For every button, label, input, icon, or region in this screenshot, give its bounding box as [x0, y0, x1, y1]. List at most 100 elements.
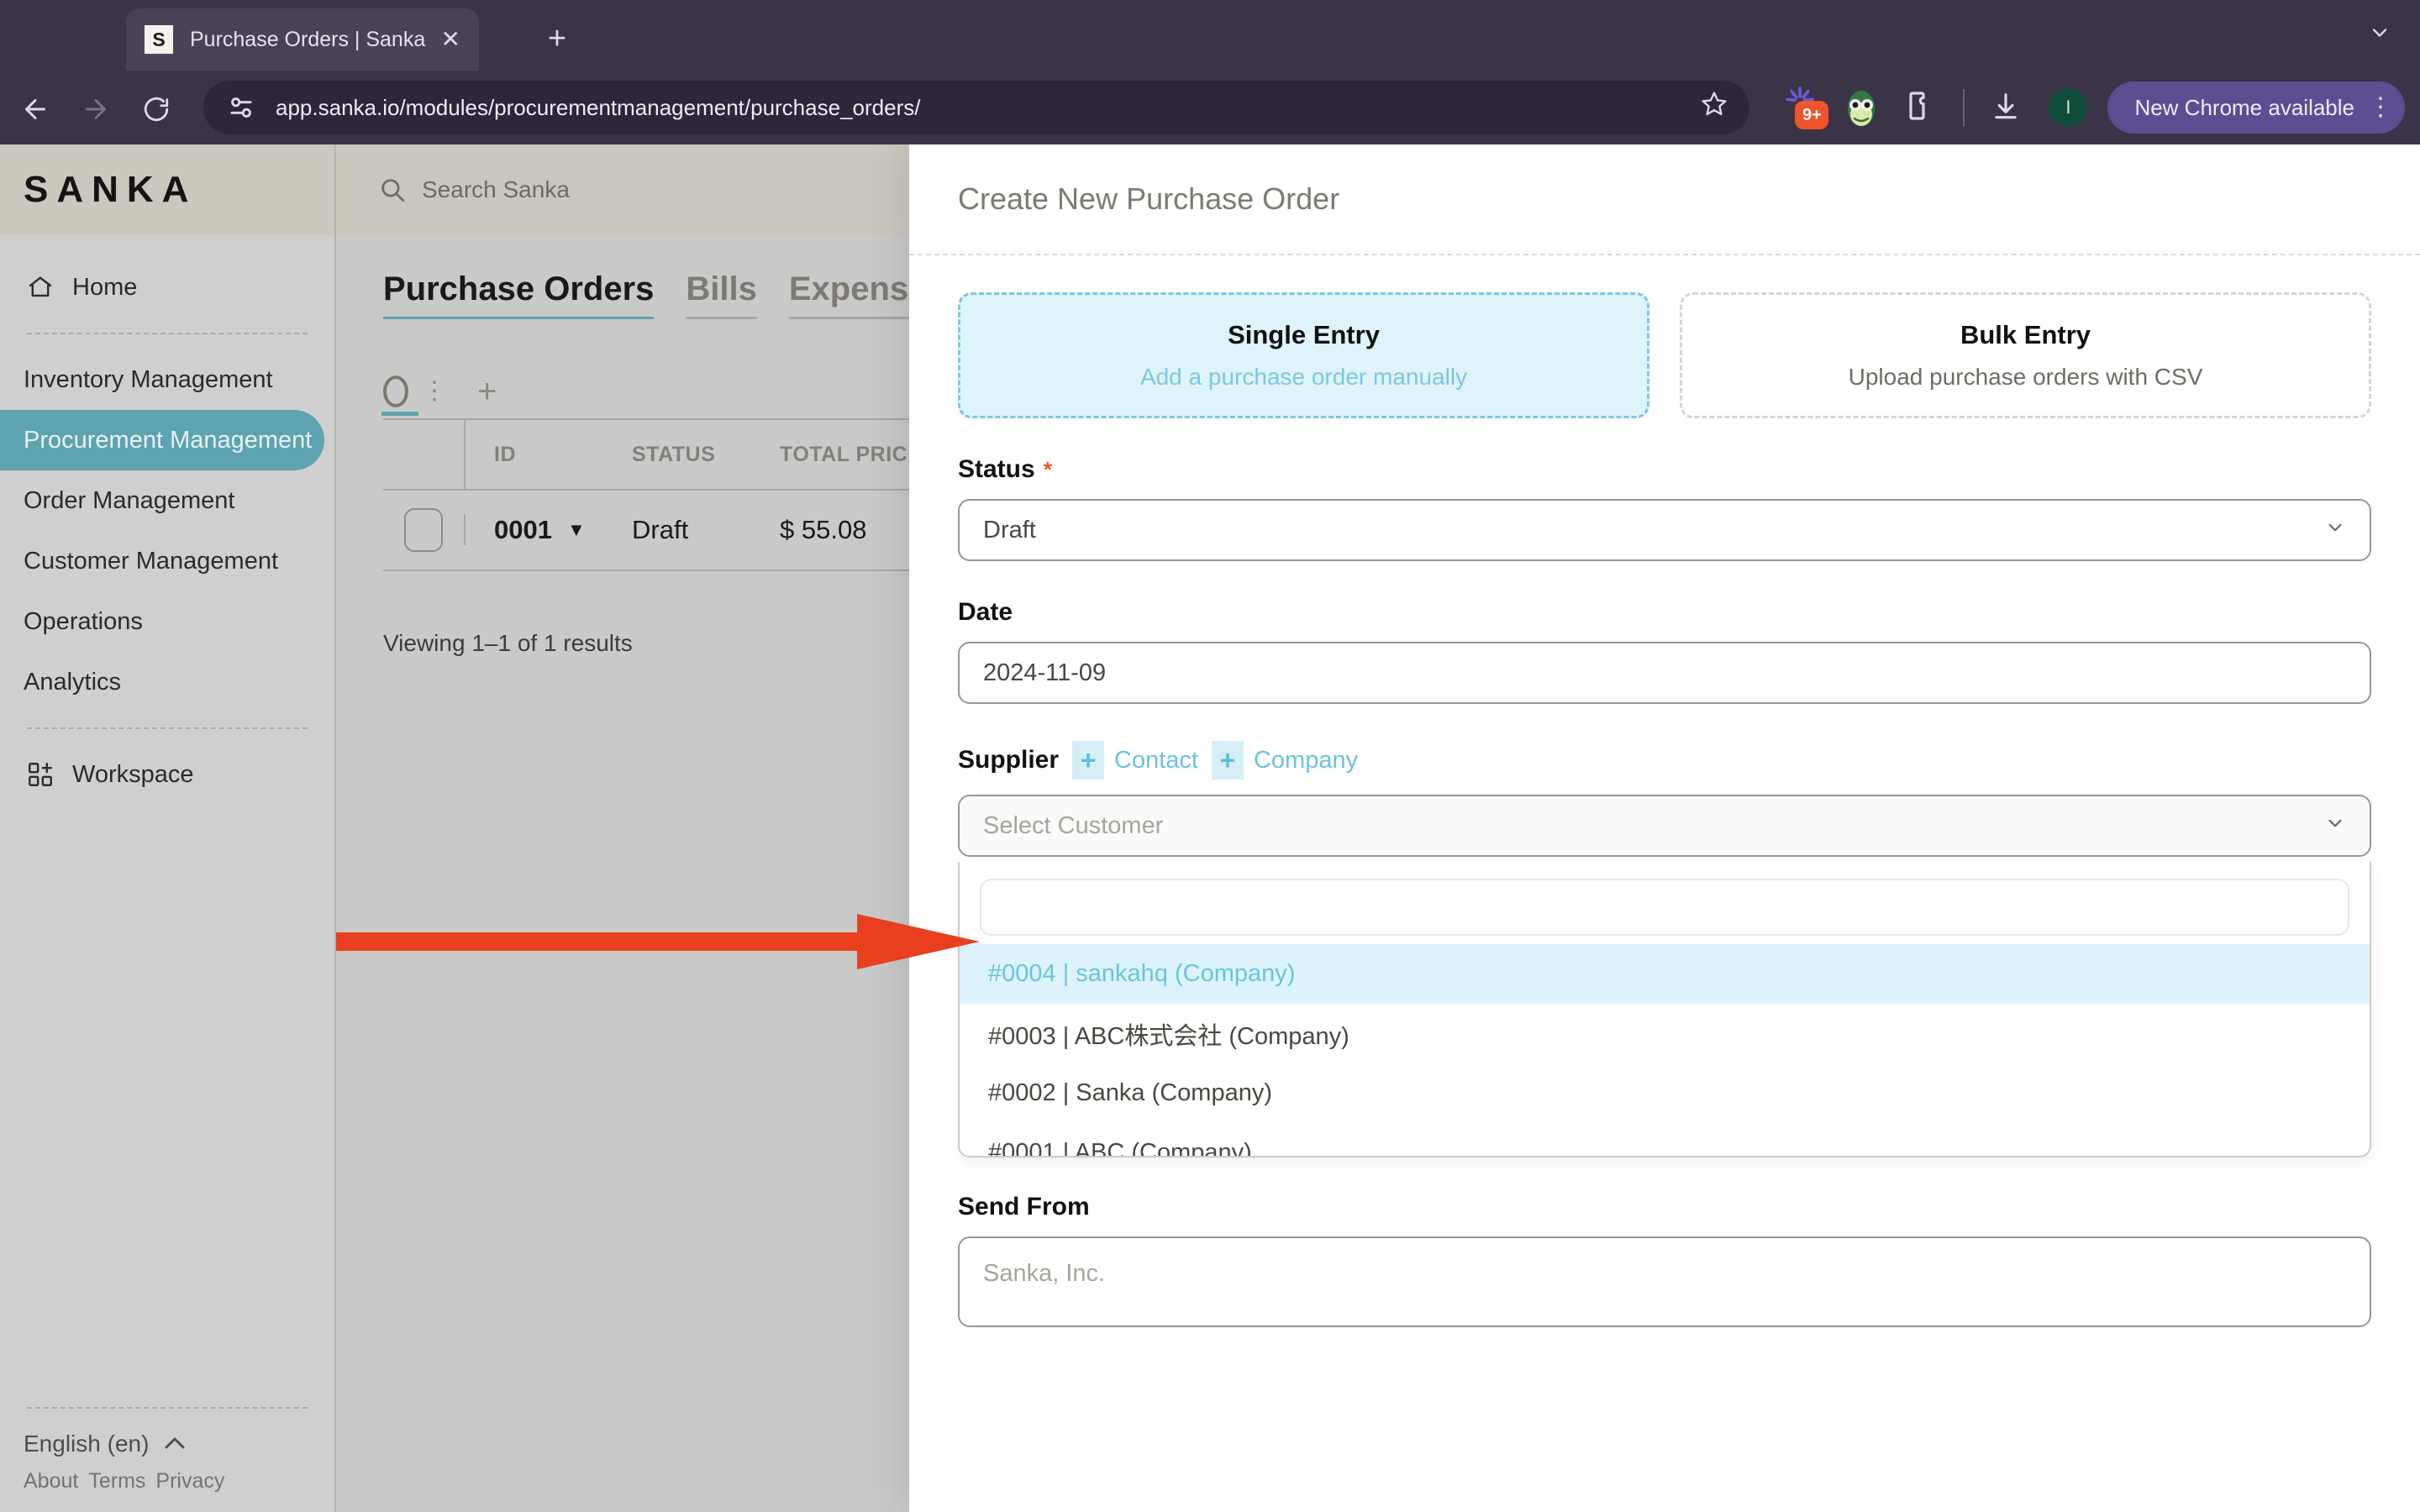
sidebar-item-label: Analytics	[24, 669, 121, 696]
tab-purchase-orders[interactable]: Purchase Orders	[383, 270, 654, 319]
address-bar[interactable]: app.sanka.io/modules/procurementmanageme…	[203, 81, 1749, 134]
single-entry-title: Single Entry	[1228, 320, 1380, 350]
sidebar-item-label: Workspace	[72, 761, 194, 789]
avatar[interactable]: I	[2049, 88, 2087, 127]
supplier-option-0004-sankahq[interactable]: #0004 | sankahq (Company)	[960, 944, 2370, 1004]
single-entry-subtitle: Add a purchase order manually	[1140, 364, 1467, 391]
select-all-header	[383, 420, 464, 489]
required-marker: *	[1044, 457, 1052, 483]
cell-id: 0001 ▼	[464, 515, 632, 545]
status-value: Draft	[983, 517, 2324, 544]
caret-down-icon[interactable]: ▼	[567, 519, 586, 541]
send-from-input[interactable]: Sanka, Inc.	[958, 1236, 2371, 1327]
sidebar-item-operations[interactable]: Operations	[0, 591, 334, 652]
chevron-up-icon	[162, 1431, 187, 1457]
add-contact-label: Contact	[1114, 747, 1198, 774]
modal-title: Create New Purchase Order	[958, 181, 1339, 217]
plus-icon[interactable]: +	[538, 20, 576, 59]
tab-favicon-icon: S	[145, 25, 173, 54]
sidebar-item-workspace[interactable]: Workspace	[0, 744, 334, 805]
sidebar-item-procurement-management[interactable]: Procurement Management	[0, 410, 324, 470]
add-company-button[interactable]: + Company	[1212, 741, 1358, 780]
back-arrow-icon[interactable]	[10, 82, 60, 133]
bulk-entry-option[interactable]: Bulk Entry Upload purchase orders with C…	[1680, 292, 2371, 418]
supplier-select[interactable]: Select Customer	[958, 795, 2371, 857]
sidebar-footer: English (en) About Terms Privacy	[0, 1407, 334, 1512]
sidebar-item-inventory-management[interactable]: Inventory Management	[0, 349, 334, 410]
supplier-option-0001-abc[interactable]: #0001 | ABC (Company)	[960, 1123, 2370, 1158]
extensions-puzzle-icon[interactable]	[1897, 84, 1944, 131]
date-label: Date	[958, 598, 2371, 627]
star-icon[interactable]	[1701, 91, 1728, 124]
sidebar-item-label: Customer Management	[24, 548, 278, 575]
modal-body: Single Entry Add a purchase order manual…	[909, 255, 2420, 1327]
supplier-dropdown: #0004 | sankahq (Company) #0003 | ABC株式会…	[958, 862, 2371, 1158]
sidebar-divider	[27, 727, 308, 729]
supplier-option-0003-abc-kk[interactable]: #0003 | ABC株式会社 (Company)	[960, 1004, 2370, 1063]
modal-header: Create New Purchase Order	[909, 144, 2420, 255]
privacy-link[interactable]: Privacy	[155, 1469, 224, 1494]
supplier-option-0002-sanka[interactable]: #0002 | Sanka (Company)	[960, 1063, 2370, 1123]
create-purchase-order-modal: Create New Purchase Order Single Entry A…	[909, 144, 2420, 1512]
chevron-down-icon[interactable]	[2358, 17, 2402, 60]
plus-icon[interactable]: +	[477, 375, 497, 408]
terms-link[interactable]: Terms	[88, 1469, 145, 1494]
home-icon	[24, 270, 57, 304]
single-entry-option[interactable]: Single Entry Add a purchase order manual…	[958, 292, 1649, 418]
language-selector[interactable]: English (en)	[0, 1431, 334, 1457]
date-field-block: Date 2024-11-09	[958, 598, 2371, 704]
forward-arrow-icon[interactable]	[71, 82, 121, 133]
status-label: Status *	[958, 455, 2371, 484]
sidebar-item-label: Home	[72, 274, 137, 302]
about-link[interactable]: About	[24, 1469, 78, 1494]
date-input[interactable]: 2024-11-09	[958, 642, 2371, 704]
search-placeholder: Search Sanka	[422, 176, 570, 203]
extension-badge-count: 9+	[1795, 101, 1828, 129]
add-contact-button[interactable]: + Contact	[1072, 741, 1198, 780]
download-icon[interactable]	[1983, 84, 2030, 131]
supplier-label: Supplier + Contact + Company	[958, 741, 2371, 780]
sidebar-item-home[interactable]: Home	[0, 257, 334, 318]
sidebar-item-order-management[interactable]: Order Management	[0, 470, 334, 531]
reload-icon[interactable]	[131, 82, 182, 133]
new-chrome-available-button[interactable]: New Chrome available ⋮	[2107, 81, 2405, 134]
sidebar-item-label: Order Management	[24, 487, 234, 515]
plus-icon: +	[1072, 741, 1104, 780]
extension-frog-icon[interactable]	[1839, 84, 1886, 131]
supplier-field-block: Supplier + Contact + Company Select Cust…	[958, 741, 2371, 1158]
send-from-label: Send From	[958, 1193, 2371, 1221]
add-company-label: Company	[1254, 747, 1358, 774]
sidebar-item-customer-management[interactable]: Customer Management	[0, 531, 334, 591]
kebab-menu-icon[interactable]: ⋮	[422, 379, 447, 404]
tab-bills[interactable]: Bills	[686, 270, 756, 319]
bulk-entry-title: Bulk Entry	[1960, 320, 2091, 350]
search-input[interactable]: Search Sanka	[355, 160, 943, 220]
browser-toolbar: app.sanka.io/modules/procurementmanageme…	[0, 71, 2420, 144]
send-from-field-block: Send From Sanka, Inc.	[958, 1193, 2371, 1327]
kebab-menu-icon[interactable]: ⋮	[2368, 95, 2393, 120]
extension-fireworks-icon[interactable]: 9+	[1780, 84, 1827, 131]
bulk-entry-subtitle: Upload purchase orders with CSV	[1849, 364, 2203, 391]
address-bar-url: app.sanka.io/modules/procurementmanageme…	[276, 95, 1689, 121]
sidebar-nav: Home Inventory Management Procurement Ma…	[0, 235, 334, 805]
language-label: English (en)	[24, 1431, 149, 1457]
brand-logo: SANKA	[24, 169, 197, 211]
column-header-id[interactable]: ID	[464, 420, 632, 489]
supplier-dropdown-search-input[interactable]	[980, 879, 2349, 936]
close-icon[interactable]: ✕	[441, 28, 460, 51]
toolbar-divider	[1963, 89, 1965, 126]
grid-plus-icon	[24, 758, 57, 791]
site-settings-icon[interactable]	[225, 92, 257, 123]
search-icon	[378, 176, 407, 204]
tab-title: Purchase Orders | Sanka	[190, 28, 434, 52]
plus-icon: +	[1212, 741, 1244, 780]
status-select[interactable]: Draft	[958, 499, 2371, 561]
supplier-label-text: Supplier	[958, 746, 1059, 774]
sidebar-item-analytics[interactable]: Analytics	[0, 652, 334, 712]
row-checkbox[interactable]	[404, 508, 443, 552]
sidebar-divider	[27, 333, 308, 334]
view-circle-icon[interactable]	[383, 375, 408, 407]
supplier-placeholder: Select Customer	[983, 812, 2324, 840]
browser-tab[interactable]: S Purchase Orders | Sanka ✕	[126, 8, 479, 71]
column-header-status[interactable]: STATUS	[632, 420, 780, 489]
